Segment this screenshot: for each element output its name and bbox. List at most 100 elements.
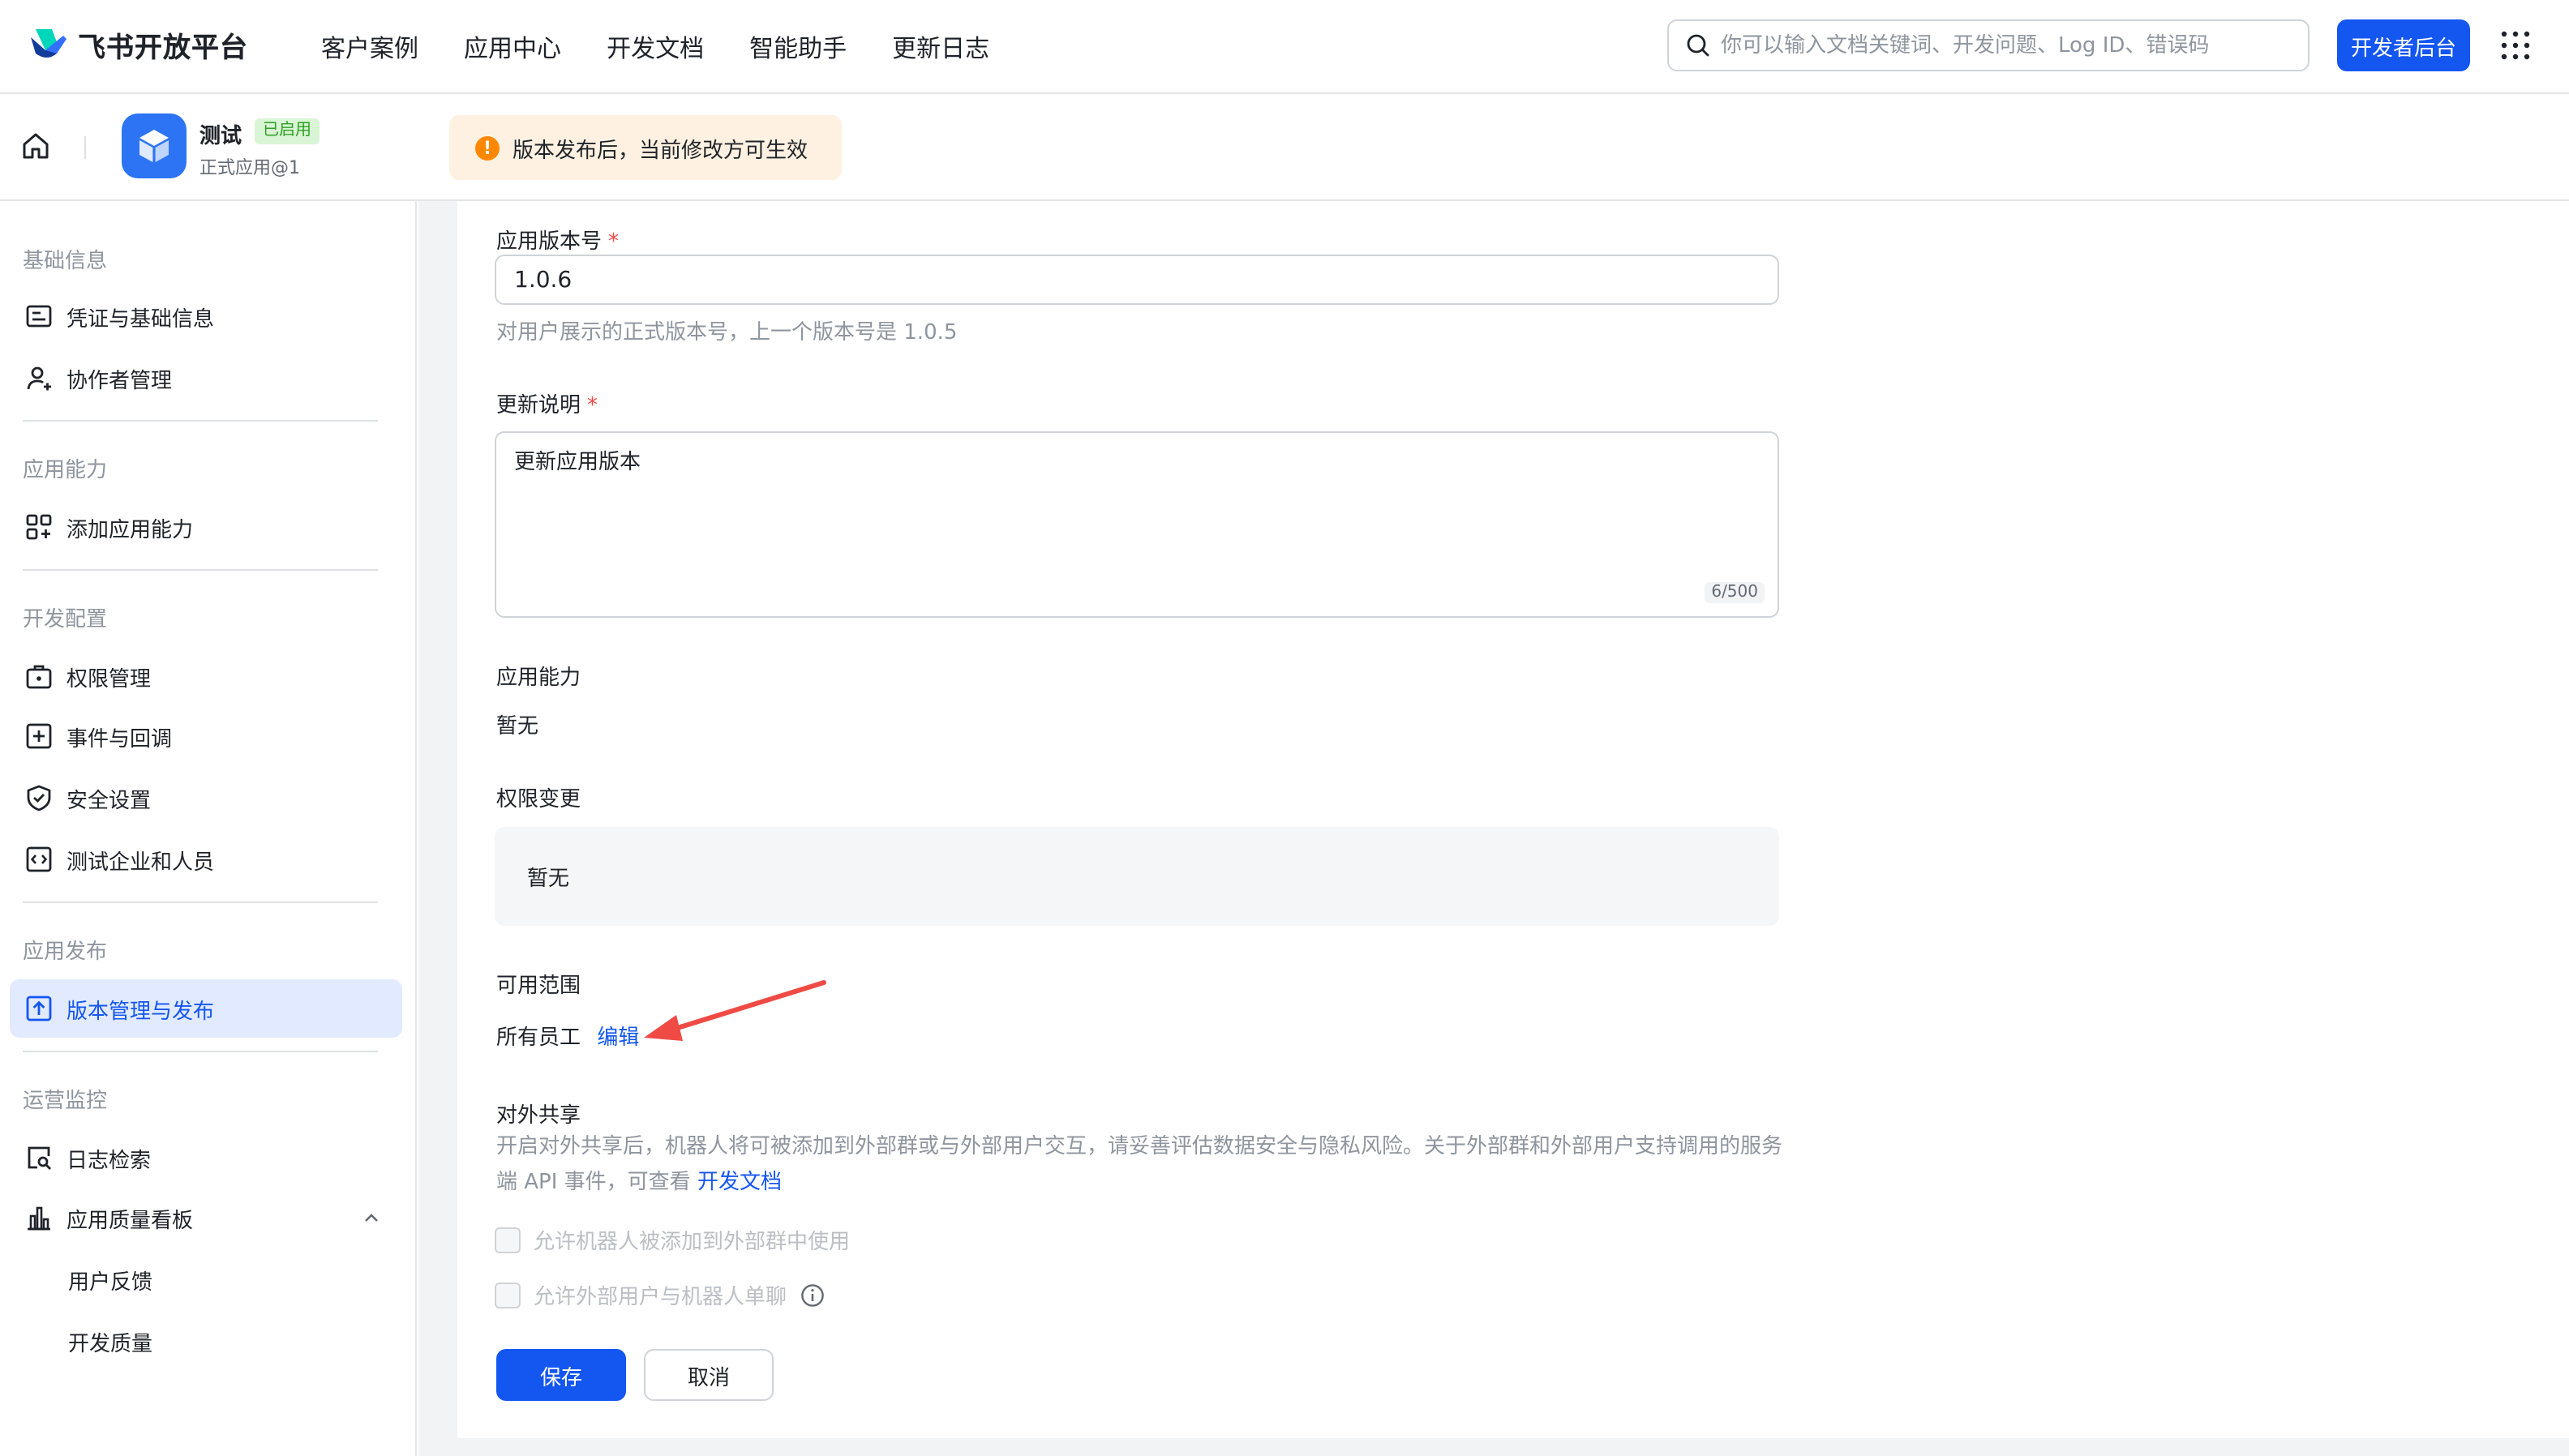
app-name: 测试: [199, 125, 242, 149]
sidebar-item-label: 日志检索: [66, 1149, 152, 1173]
notes-textarea-box[interactable]: 更新应用版本 6/500: [495, 431, 1779, 618]
id-card-icon: [26, 305, 52, 328]
sidebar-item-events[interactable]: 事件与回调: [10, 707, 402, 765]
scope-label: 可用范围: [496, 974, 581, 999]
cancel-button[interactable]: 取消: [644, 1349, 774, 1401]
sidebar-item-label: 应用质量看板: [66, 1209, 194, 1233]
divider: [84, 136, 86, 159]
permission-changes-box: 暂无: [495, 827, 1779, 926]
sidebar-item-label: 权限管理: [66, 667, 152, 692]
permission-changes-value: 暂无: [527, 867, 570, 892]
version-form-card: 应用版本号* 对用户展示的正式版本号，上一个版本号是 1.0.5 更新说明* 更…: [457, 201, 2569, 1438]
sidebar-item-label: 事件与回调: [66, 727, 173, 752]
sidebar-item-label: 凭证与基础信息: [66, 307, 215, 332]
version-hint: 对用户展示的正式版本号，上一个版本号是 1.0.5: [496, 321, 958, 345]
nav-item-docs[interactable]: 开发文档: [607, 30, 704, 64]
sidebar-item-label: 测试企业和人员: [66, 850, 215, 875]
sidebar-item-add-ability[interactable]: 添加应用能力: [10, 498, 402, 556]
search-box[interactable]: [1667, 19, 2310, 71]
code-box-icon: [26, 846, 52, 872]
info-icon[interactable]: [800, 1282, 826, 1308]
sidebar-section-basic: 基础信息: [23, 250, 108, 274]
notes-label: 更新说明 *: [496, 394, 598, 418]
main-nav: 客户案例 应用中心 开发文档 智能助手 更新日志: [321, 0, 989, 94]
apps-add-icon: [26, 514, 52, 540]
sidebar: 基础信息 凭证与基础信息 协作者管理 应用能力 添加应用能力 开发配置 权限管理…: [0, 201, 417, 1456]
notice-text: 版本发布后，当前修改方可生效: [513, 139, 808, 163]
divider: [23, 569, 378, 571]
nav-item-app-center[interactable]: 应用中心: [464, 30, 561, 64]
sidebar-item-log-search[interactable]: 日志检索: [10, 1128, 402, 1187]
sidebar-item-test-org[interactable]: 测试企业和人员: [10, 830, 402, 889]
sidebar-item-collaborators[interactable]: 协作者管理: [10, 349, 402, 407]
sidebar-item-label: 用户反馈: [68, 1270, 153, 1295]
divider: [23, 420, 378, 422]
status-badge: 已启用: [255, 118, 320, 144]
sidebar-section-publish: 应用发布: [23, 940, 108, 965]
divider: [23, 1051, 378, 1052]
top-navbar: 飞书开放平台 客户案例 应用中心 开发文档 智能助手 更新日志 开发者后台: [0, 0, 2569, 94]
abilities-value: 暂无: [496, 715, 539, 739]
sidebar-item-label: 添加应用能力: [66, 518, 194, 542]
sidebar-item-permissions[interactable]: 权限管理: [10, 647, 402, 705]
sidebar-item-label: 安全设置: [66, 789, 152, 813]
checkbox[interactable]: [495, 1227, 521, 1253]
sidebar-section-abilities: 应用能力: [23, 459, 108, 483]
char-counter: 6/500: [1705, 582, 1765, 603]
search-input[interactable]: [1721, 33, 2272, 58]
log-search-icon: [28, 1146, 51, 1170]
sidebar-section-dev-config: 开发配置: [23, 608, 108, 632]
brand-name: 飞书开放平台: [78, 32, 248, 64]
external-share-description: 开启对外共享后，机器人将可被添加到外部群或与外部用户交互，请妥善评估数据安全与隐…: [496, 1135, 1783, 1195]
cube-icon: [139, 130, 169, 162]
sidebar-item-quality-board[interactable]: 应用质量看板: [10, 1188, 402, 1247]
nav-item-cases[interactable]: 客户案例: [321, 30, 418, 64]
docs-link[interactable]: 开发文档: [697, 1171, 782, 1195]
required-mark: *: [608, 230, 620, 255]
notes-textarea[interactable]: 更新应用版本: [514, 444, 1747, 574]
sidebar-item-dev-quality[interactable]: 开发质量: [10, 1312, 402, 1370]
sidebar-item-security[interactable]: 安全设置: [10, 769, 402, 827]
user-add-icon: [27, 366, 51, 391]
briefcase-lock-icon: [26, 665, 52, 689]
app-header: 测试 已启用 正式应用@1 ! 版本发布后，当前修改方可生效: [0, 94, 2569, 201]
option-external-chat[interactable]: 允许外部用户与机器人单聊: [495, 1279, 826, 1310]
sidebar-item-credentials[interactable]: 凭证与基础信息: [10, 287, 402, 345]
main-content: 应用版本号* 对用户展示的正式版本号，上一个版本号是 1.0.5 更新说明* 更…: [418, 201, 2569, 1456]
version-input[interactable]: [495, 255, 1779, 305]
option-external-group[interactable]: 允许机器人被添加到外部群中使用: [495, 1224, 850, 1255]
sidebar-section-monitoring: 运营监控: [23, 1090, 108, 1114]
event-add-icon: [26, 723, 52, 749]
home-icon[interactable]: [19, 130, 52, 162]
save-button[interactable]: 保存: [496, 1349, 626, 1401]
divider: [23, 901, 378, 903]
sidebar-item-label: 协作者管理: [66, 369, 173, 393]
search-icon: [1687, 34, 1709, 57]
permission-changes-label: 权限变更: [496, 788, 581, 812]
brand-logo[interactable]: 飞书开放平台: [26, 23, 248, 65]
shield-icon: [27, 785, 51, 812]
developer-console-button[interactable]: 开发者后台: [2337, 19, 2470, 71]
abilities-label: 应用能力: [496, 666, 581, 691]
scope-row: 所有员工 编辑: [496, 1020, 639, 1051]
nav-item-assistant[interactable]: 智能助手: [749, 30, 847, 64]
app-avatar: [122, 113, 187, 178]
sidebar-item-label: 开发质量: [68, 1332, 153, 1356]
checkbox[interactable]: [495, 1282, 521, 1308]
upload-box-icon: [26, 996, 52, 1021]
scope-value: 所有员工: [496, 1026, 581, 1051]
checkbox-label: 允许外部用户与机器人单聊: [534, 1286, 787, 1310]
chevron-up-icon[interactable]: [363, 1210, 380, 1226]
external-share-label: 对外共享: [496, 1104, 581, 1128]
sidebar-item-user-feedback[interactable]: 用户反馈: [10, 1250, 402, 1308]
scope-edit-link[interactable]: 编辑: [597, 1026, 639, 1051]
bar-chart-icon: [28, 1206, 50, 1231]
sidebar-item-version-publish[interactable]: 版本管理与发布: [10, 979, 402, 1038]
app-subtitle: 正式应用@1: [199, 157, 300, 178]
apps-grid-icon[interactable]: [2499, 29, 2532, 62]
checkbox-label: 允许机器人被添加到外部群中使用: [534, 1231, 851, 1255]
nav-item-changelog[interactable]: 更新日志: [892, 30, 989, 64]
page-root: 飞书开放平台 客户案例 应用中心 开发文档 智能助手 更新日志 开发者后台: [0, 0, 2569, 1456]
feishu-logo-icon: [31, 29, 66, 58]
sidebar-item-label: 版本管理与发布: [66, 1000, 215, 1024]
